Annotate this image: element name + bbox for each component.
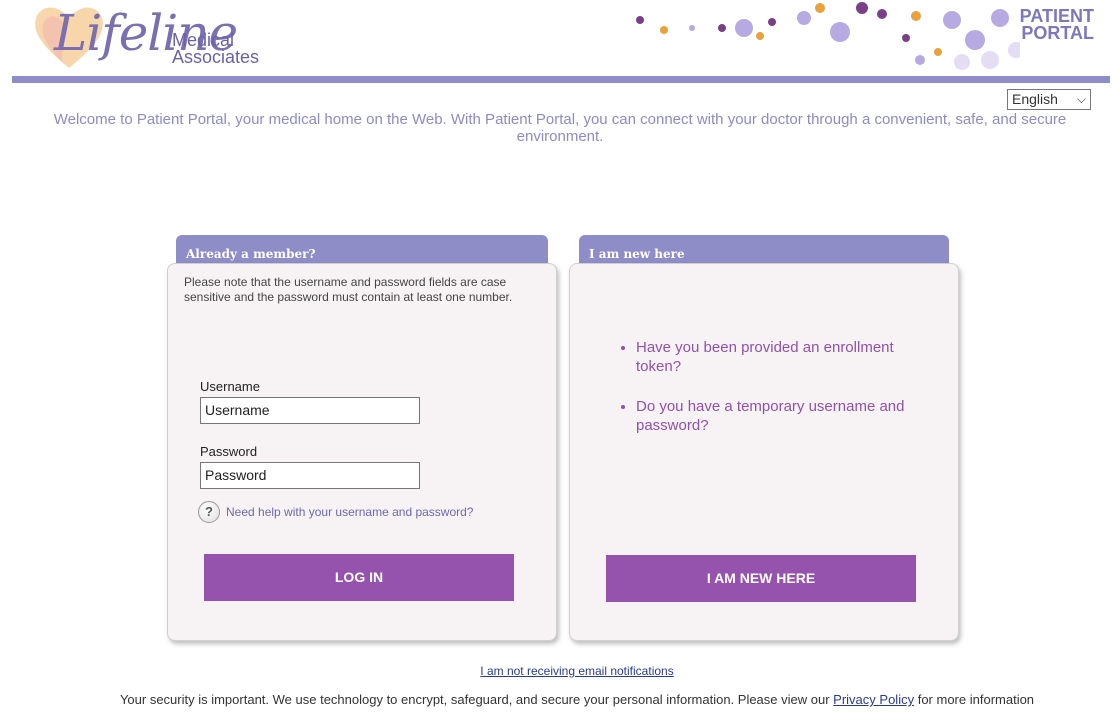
help-link[interactable]: Need help with your username and passwor… [226, 505, 473, 519]
username-field[interactable]: Username [200, 397, 420, 424]
new-panel-tab: I am new here [579, 235, 949, 265]
logo[interactable]: Lifeline Medical Associates [18, 0, 298, 76]
question-temporary-credentials: Do you have a temporary username and pas… [636, 397, 936, 435]
security-text: Your security is important. We use techn… [119, 692, 830, 707]
help-icon[interactable]: ? [198, 501, 220, 523]
header-divider [12, 76, 1110, 83]
logo-subtitle: Medical Associates [172, 31, 260, 67]
new-user-panel: Have you been provided an enrollment tok… [569, 263, 959, 641]
email-notifications-link[interactable]: I am not receiving email notifications [0, 664, 1120, 678]
portal-title-line-2: PORTAL [1021, 23, 1094, 43]
login-button[interactable]: LOG IN [204, 554, 514, 601]
password-label: Password [200, 444, 258, 459]
chevron-down-icon: ⌵ [1076, 92, 1086, 106]
welcome-text: Welcome to Patient Portal, your medical … [53, 111, 1067, 145]
username-label: Username [200, 379, 260, 394]
language-select[interactable]: English ⌵ [1007, 89, 1091, 110]
security-text-end: for more information [917, 692, 1035, 707]
member-panel: Please note that the username and passwo… [167, 263, 557, 641]
portal-title: PATIENT PORTAL [1020, 7, 1094, 43]
question-enrollment-token: Have you been provided an enrollment tok… [636, 338, 936, 376]
language-selected: English [1012, 91, 1058, 107]
member-panel-tab: Already a member? [176, 235, 548, 265]
case-sensitive-note: Please note that the username and passwo… [184, 275, 513, 304]
security-notice: Your security is important. We use techn… [0, 692, 1120, 707]
privacy-policy-link[interactable]: Privacy Policy [833, 692, 914, 707]
password-field[interactable]: Password [200, 462, 420, 489]
flowers-decoration [636, 2, 1020, 70]
header: Lifeline Medical Associates PATIENT PORT… [0, 0, 1120, 76]
new-user-questions: Have you been provided an enrollment tok… [618, 338, 936, 456]
help-row[interactable]: ? Need help with your username and passw… [198, 501, 473, 523]
new-here-button[interactable]: I AM NEW HERE [606, 555, 916, 602]
logo-sub-line-2: Associates [172, 47, 260, 67]
